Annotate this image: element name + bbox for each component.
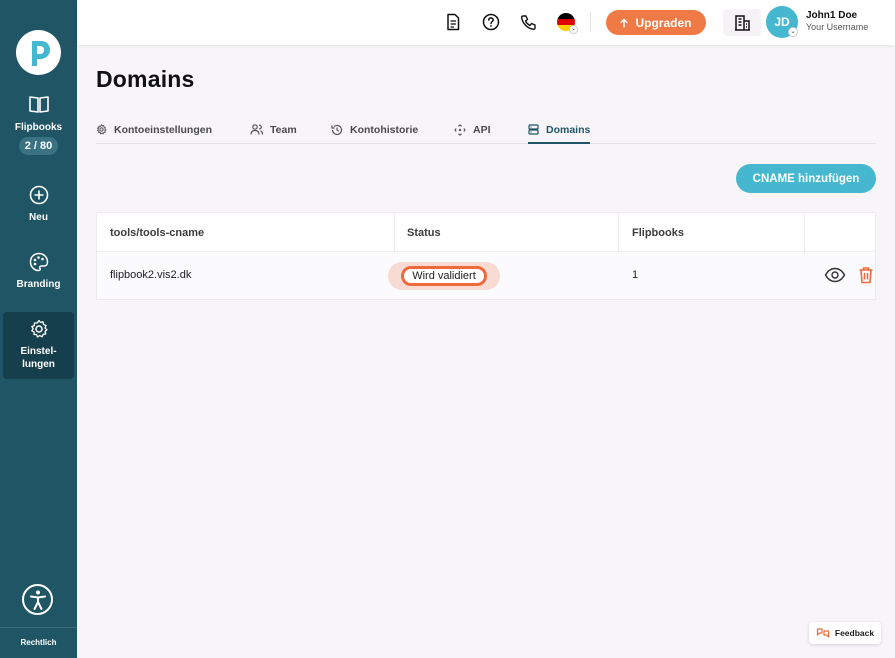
trash-icon[interactable] <box>858 266 874 284</box>
upgrade-label: Upgraden <box>635 15 692 30</box>
tab-label: Domains <box>546 124 591 136</box>
upgrade-button[interactable]: Upgraden <box>606 10 706 35</box>
topbar-divider <box>590 12 591 32</box>
table-row: flipbook2.vis2.dk Wird validiert 1 <box>97 253 875 299</box>
arrow-up-icon <box>620 18 629 28</box>
document-icon[interactable] <box>443 12 463 32</box>
phone-icon[interactable] <box>518 12 538 32</box>
accessibility-button[interactable] <box>22 584 53 615</box>
table-header: tools/tools-cname Status Flipbooks <box>97 213 875 252</box>
chevron-down-icon: ⌄ <box>788 27 798 37</box>
column-header-domain: tools/tools-cname <box>110 227 205 239</box>
gear-icon <box>96 124 107 135</box>
flipbooks-count-cell: 1 <box>632 269 639 281</box>
tab-label: Kontohistorie <box>350 124 419 136</box>
logo-icon <box>31 40 50 66</box>
feedback-button[interactable]: Feedback <box>809 622 881 644</box>
history-icon <box>331 124 343 136</box>
add-cname-button[interactable]: CNAME hinzufügen <box>736 164 876 193</box>
building-icon <box>734 15 750 31</box>
book-open-icon <box>28 96 49 113</box>
sidebar-item-neu[interactable]: Neu <box>3 185 74 224</box>
page-title: Domains <box>96 66 195 92</box>
server-icon <box>528 124 539 135</box>
topbar: ⌄ Upgraden JD ⌄ John1 Doe Your Username <box>77 0 895 45</box>
app-logo[interactable] <box>16 30 61 75</box>
domains-table: tools/tools-cname Status Flipbooks flipb… <box>96 212 876 300</box>
help-icon[interactable] <box>481 12 501 32</box>
column-header-flipbooks: Flipbooks <box>632 227 684 239</box>
domain-cell: flipbook2.vis2.dk <box>110 269 192 281</box>
feedback-icon <box>816 628 829 638</box>
legal-link[interactable]: Rechtlich <box>0 638 77 647</box>
status-badge: Wird validiert <box>401 266 487 286</box>
tab-label: Team <box>270 124 297 136</box>
palette-icon <box>29 252 48 272</box>
tab-kontoeinstellungen[interactable]: Kontoeinstellungen <box>96 122 212 144</box>
tab-api[interactable]: API <box>454 122 491 144</box>
settings-tabs: Kontoeinstellungen Team Kontohistorie AP… <box>96 122 876 144</box>
tab-label: Kontoeinstellungen <box>114 124 212 136</box>
tab-team[interactable]: Team <box>250 122 297 144</box>
tab-label: API <box>473 124 491 136</box>
sidebar-divider <box>0 627 77 628</box>
sidebar-item-label: Einstel- lungen <box>20 346 57 370</box>
users-icon <box>250 124 263 135</box>
organization-button[interactable] <box>723 9 761 36</box>
sidebar-item-flipbooks[interactable]: Flipbooks 2 / 80 <box>3 94 74 156</box>
api-icon <box>454 124 466 136</box>
column-header-status: Status <box>407 227 441 239</box>
status-badge-wrapper: Wird validiert <box>388 262 500 290</box>
tab-domains[interactable]: Domains <box>528 122 591 144</box>
user-subtitle: Your Username <box>806 22 869 32</box>
sidebar-item-label: Neu <box>29 212 48 223</box>
sidebar: Flipbooks 2 / 80 Neu Branding Einstel- l… <box>0 0 77 658</box>
eye-icon[interactable] <box>824 267 846 283</box>
chevron-down-icon: ⌄ <box>569 25 578 34</box>
user-name[interactable]: John1 Doe <box>806 10 857 21</box>
sidebar-item-branding[interactable]: Branding <box>3 252 74 291</box>
sidebar-item-label: Branding <box>16 279 61 290</box>
accessibility-icon <box>29 590 46 610</box>
feedback-label: Feedback <box>834 628 875 638</box>
gear-icon <box>30 319 48 338</box>
sidebar-item-label: Flipbooks <box>14 122 63 133</box>
plus-circle-icon <box>29 185 48 205</box>
tab-kontohistorie[interactable]: Kontohistorie <box>331 122 418 144</box>
flipbook-count-badge: 2 / 80 <box>18 137 59 156</box>
sidebar-item-einstellungen[interactable]: Einstel- lungen <box>3 312 74 379</box>
